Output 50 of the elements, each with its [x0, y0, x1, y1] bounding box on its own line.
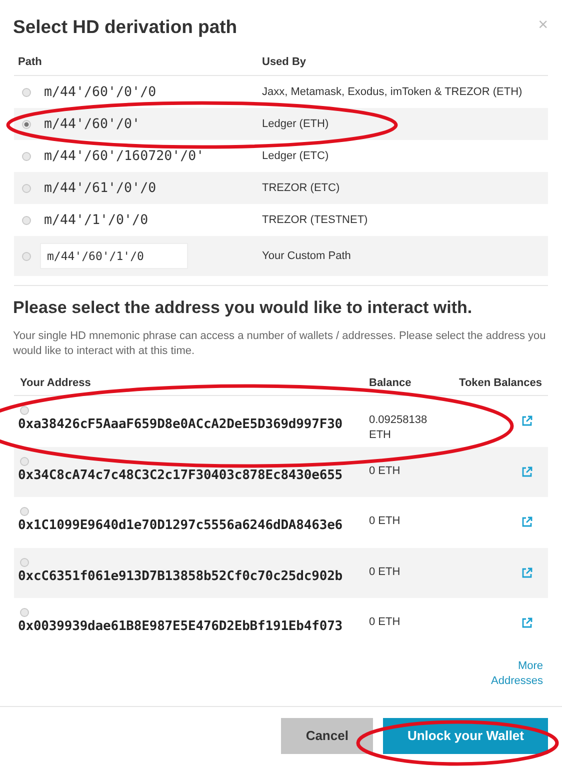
used-by-label: Ledger (ETC) — [262, 150, 330, 162]
derivation-path: m/44'/60'/0' — [44, 116, 142, 132]
description-text: Your single HD mnemonic phrase can access a number of wallets / addresses. Please select the address you would like to interact with at this time. — [13, 329, 547, 359]
radio-button[interactable] — [20, 456, 29, 466]
used-by-label: Jaxx, Metamask, Exodus, imToken & TREZOR (ETH) — [262, 86, 524, 98]
wallet-address: 0x0039939dae61B8E987E5E476D2EbBf191Eb4f073 — [18, 619, 344, 634]
column-header: Path — [18, 56, 43, 68]
balance-value: 0 ETH — [369, 464, 402, 478]
derivation-path: m/44'/60'/0'/0 — [44, 84, 158, 100]
balance-value: 0 ETH — [369, 564, 402, 580]
section-heading: Please select the address you would like to interact with. — [13, 298, 474, 318]
used-by-label: TREZOR (TESTNET) — [262, 214, 369, 226]
radio-button[interactable] — [20, 406, 29, 416]
column-header: Balance — [368, 377, 412, 389]
unlock-wallet-button[interactable]: Unlock your Wallet — [383, 718, 548, 754]
wallet-address: 0xcC6351f061e913D7B13858b52Cf0c70c25dc902b — [18, 568, 344, 584]
derivation-path: m/44'/60'/160720'/0' — [44, 148, 206, 164]
column-header: Used By — [262, 56, 308, 68]
balance-value: 0 ETH — [369, 615, 402, 630]
custom-path-field[interactable]: m/44'/60'/1'/0 — [40, 243, 188, 269]
column-header: Token Balances — [458, 377, 543, 389]
radio-button[interactable] — [22, 120, 31, 128]
external-link-icon[interactable] — [521, 566, 533, 579]
external-link-icon[interactable] — [521, 466, 533, 478]
used-by-label: TREZOR (ETC) — [262, 182, 341, 194]
column-header: Your Address — [19, 377, 92, 389]
balance-value: 0.09258138 ETH — [369, 413, 428, 443]
wallet-address: 0x34C8cA74c7c48C3C2c17F30403c878Ec8430e655 — [18, 468, 344, 483]
radio-button[interactable] — [22, 152, 31, 160]
close-button[interactable]: × — [538, 16, 548, 33]
external-link-icon[interactable] — [521, 516, 533, 528]
radio-button[interactable] — [22, 216, 31, 224]
derivation-path: m/44'/1'/0'/0 — [44, 212, 150, 228]
balance-value: 0 ETH — [369, 514, 402, 529]
wallet-address: 0x1C1099E9640d1e70D1297c5556a6246dDA8463e6 — [18, 518, 344, 534]
cancel-button[interactable]: Cancel — [280, 718, 374, 754]
derivation-path: m/44'/61'/0'/0 — [44, 180, 158, 196]
radio-button[interactable] — [22, 184, 31, 192]
radio-button[interactable] — [20, 558, 29, 567]
radio-button[interactable] — [20, 507, 29, 516]
dialog-title: Select HD derivation path — [13, 16, 238, 38]
external-link-icon[interactable] — [521, 415, 533, 428]
external-link-icon[interactable] — [521, 617, 533, 630]
wallet-address: 0xa38426cF5AaaF659D8e0ACcA2DeE5D369d997F30 — [18, 417, 344, 432]
used-by-label: Ledger (ETH) — [262, 118, 330, 130]
radio-button[interactable] — [20, 608, 29, 618]
radio-button[interactable] — [22, 88, 31, 96]
radio-button[interactable] — [22, 252, 31, 260]
more-addresses-link[interactable]: More Addresses — [483, 658, 543, 690]
used-by-label: Your Custom Path — [262, 250, 352, 262]
